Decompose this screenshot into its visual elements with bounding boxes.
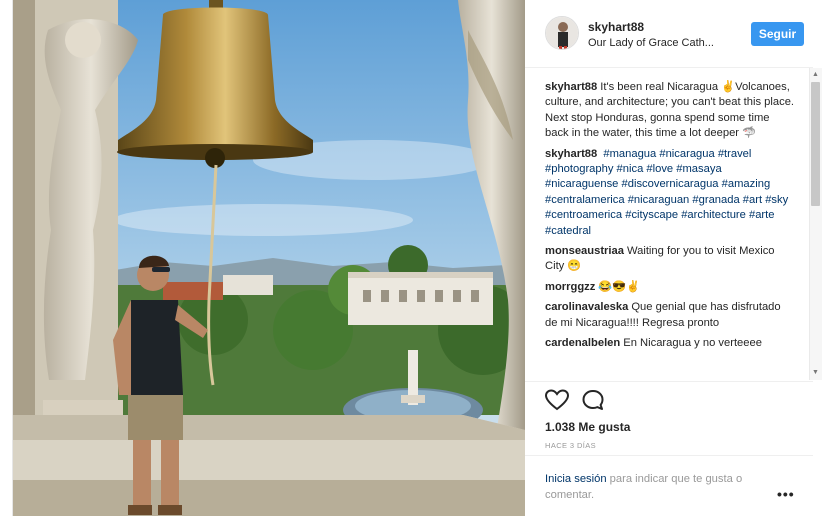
post-timestamp[interactable]: HACE 3 DÍAS	[545, 441, 596, 450]
hashtag-link[interactable]: #nicaraguan	[628, 194, 690, 206]
more-options-icon[interactable]: •••	[777, 486, 795, 502]
hashtag-link[interactable]: #art	[743, 194, 762, 206]
comments-list[interactable]: skyhart88 It's been real Nicaragua ✌️Volc…	[545, 80, 795, 378]
comment-item: cardenalbelen En Nicaragua y no verteeee	[545, 336, 795, 351]
follow-button[interactable]: Seguir	[751, 22, 804, 46]
comment-author[interactable]: cardenalbelen	[545, 337, 620, 349]
like-count[interactable]: 1.038 Me gusta	[545, 420, 630, 434]
comment-item: monseaustriaa Waiting for you to visit Me…	[545, 244, 795, 275]
hashtag-link[interactable]: #amazing	[722, 178, 771, 190]
scrollbar-thumb[interactable]	[811, 82, 820, 206]
hashtag-link[interactable]: #cityscape	[625, 209, 678, 221]
hashtag-link[interactable]: #discovernicaragua	[622, 178, 719, 190]
comment-author[interactable]: skyhart88	[545, 81, 597, 93]
post-details-panel: skyhart88 Our Lady of Grace Cath... Segu…	[525, 0, 822, 516]
comment-text: 😂😎✌️	[598, 280, 641, 293]
post-card: skyhart88 Our Lady of Grace Cath... Segu…	[12, 0, 822, 516]
hashtag-link[interactable]: #nicaraguense	[545, 178, 618, 190]
comment-author[interactable]: monseaustriaa	[545, 245, 624, 257]
photo-illustration	[13, 0, 525, 516]
comments-scrollbar[interactable]: ▲ ▼	[809, 68, 822, 380]
hashtag-link[interactable]: #love	[646, 163, 673, 175]
post-header: skyhart88 Our Lady of Grace Cath... Segu…	[525, 0, 813, 68]
login-link[interactable]: Inicia sesión	[545, 473, 607, 485]
login-prompt: Inicia sesión para indicar que te gusta …	[525, 455, 813, 516]
hashtag-link[interactable]: #arte	[749, 209, 775, 221]
post-location[interactable]: Our Lady of Grace Cath...	[588, 37, 738, 49]
hashtag-link[interactable]: #catedral	[545, 225, 591, 237]
comment-item: skyhart88 It's been real Nicaragua ✌️Volc…	[545, 80, 795, 142]
scroll-down-arrow-icon[interactable]: ▼	[809, 367, 822, 379]
hashtag-link[interactable]: #nica	[617, 163, 644, 175]
hashtag-link[interactable]: #centralamerica	[545, 194, 625, 206]
comment-item: morrggzz 😂😎✌️	[545, 280, 795, 295]
avatar[interactable]	[545, 16, 579, 50]
hashtag-link[interactable]: #granada	[692, 194, 739, 206]
heart-icon[interactable]	[544, 389, 570, 411]
comment-icon[interactable]	[581, 389, 605, 411]
comment-author[interactable]: carolinavaleska	[545, 301, 628, 313]
login-prompt-text: Inicia sesión para indicar que te gusta …	[545, 472, 765, 503]
comment-author[interactable]: skyhart88	[545, 148, 597, 160]
hashtag-link[interactable]: #centroamerica	[545, 209, 622, 221]
scroll-up-arrow-icon[interactable]: ▲	[809, 69, 822, 81]
hashtag-link[interactable]: #managua	[603, 148, 656, 160]
hashtag-link[interactable]: #nicaragua	[659, 148, 714, 160]
post-username[interactable]: skyhart88	[588, 20, 644, 34]
hashtag-link[interactable]: #sky	[765, 194, 788, 206]
hashtag-link[interactable]: #architecture	[681, 209, 746, 221]
comment-item: skyhart88 #managua #nicaragua #travel #p…	[545, 147, 795, 239]
comment-text: En Nicaragua y no verteeee	[623, 337, 762, 350]
post-photo[interactable]	[13, 0, 525, 516]
comment-item: carolinavaleska Que genial que has disfru…	[545, 300, 795, 331]
hashtag-link[interactable]: #masaya	[676, 163, 721, 175]
hashtag-link[interactable]: #travel	[718, 148, 752, 160]
comment-author[interactable]: morrggzz	[545, 281, 595, 293]
hashtag-link[interactable]: #photography	[545, 163, 613, 175]
